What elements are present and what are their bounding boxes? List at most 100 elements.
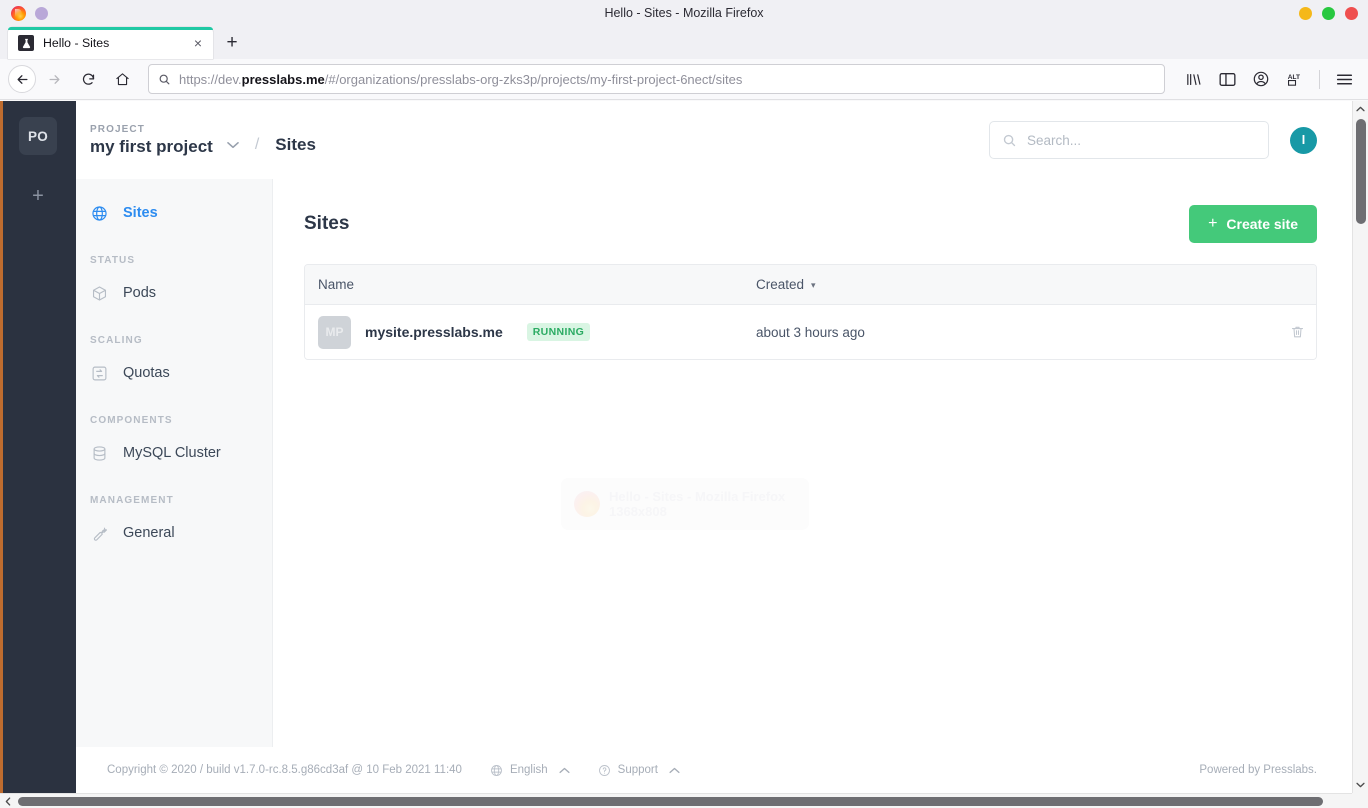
page-viewport: PO + PROJECT my first project / Sites Se… — [0, 101, 1368, 808]
url-text: https://dev.presslabs.me/#/organizations… — [179, 72, 742, 87]
app-footer: Copyright © 2020 / build v1.7.0-rc.8.5.g… — [76, 747, 1345, 793]
avatar: MP — [318, 315, 351, 349]
close-icon[interactable]: × — [189, 34, 207, 52]
sidebar-item-label: MySQL Cluster — [123, 445, 221, 461]
hamburger-menu-icon[interactable] — [1328, 64, 1360, 94]
delete-site-button[interactable] — [1256, 324, 1316, 340]
globe-icon — [90, 204, 109, 223]
sidebar-item-label: General — [123, 525, 175, 541]
sidebar-icon[interactable] — [1211, 64, 1243, 94]
create-site-button[interactable]: + Create site — [1189, 205, 1317, 243]
sidebar-item-sites[interactable]: Sites — [76, 193, 272, 233]
sidebar-section-status: STATUS — [90, 255, 136, 266]
url-bar[interactable]: https://dev.presslabs.me/#/organizations… — [148, 64, 1165, 94]
close-window-button[interactable] — [1345, 6, 1358, 20]
language-label: English — [509, 764, 548, 776]
scroll-left-icon[interactable] — [0, 794, 16, 808]
flask-icon — [18, 35, 34, 51]
search-icon — [158, 73, 171, 86]
toolbar-divider — [1319, 69, 1320, 89]
horizontal-scroll-track[interactable] — [16, 794, 1352, 808]
window-controls — [1299, 6, 1358, 20]
site-name[interactable]: mysite.presslabs.me — [365, 324, 503, 340]
help-icon — [598, 764, 611, 777]
table-header-row: Name Created ▾ — [305, 265, 1316, 305]
footer-copyright: Copyright © 2020 / build v1.7.0-rc.8.5.g… — [107, 764, 462, 776]
column-header-created[interactable]: Created ▾ — [756, 277, 1256, 292]
horizontal-scrollbar[interactable] — [0, 793, 1368, 808]
window-title: Hello - Sites - Mozilla Firefox — [604, 6, 764, 20]
sidebar-nav: Sites STATUS Pods SCALING Quotas COMPONE… — [76, 179, 273, 747]
vertical-scrollbar[interactable] — [1352, 101, 1368, 793]
scroll-up-icon[interactable] — [1353, 101, 1368, 117]
user-avatar[interactable]: I — [1290, 126, 1317, 154]
cube-icon — [90, 284, 109, 303]
browser-tab[interactable]: Hello - Sites × — [8, 27, 213, 59]
scroll-down-icon[interactable] — [1353, 777, 1368, 793]
search-icon — [1002, 133, 1017, 148]
section-title: Sites — [304, 213, 350, 234]
column-header-name[interactable]: Name — [305, 277, 756, 292]
account-icon[interactable] — [1245, 64, 1277, 94]
sidebar-item-mysql-cluster[interactable]: MySQL Cluster — [76, 433, 272, 473]
back-icon[interactable] — [8, 65, 36, 93]
minimize-button[interactable] — [1299, 6, 1312, 20]
app-body: Sites STATUS Pods SCALING Quotas COMPONE… — [76, 179, 1345, 747]
powered-by-label: Powered by Presslabs. — [1199, 764, 1317, 776]
org-badge[interactable]: PO — [19, 117, 57, 155]
titlebar-left-icons — [0, 5, 48, 21]
reload-icon[interactable] — [72, 64, 104, 94]
sidebar-section-management: MANAGEMENT — [90, 495, 174, 506]
browser-titlebar: Hello - Sites - Mozilla Firefox — [0, 0, 1368, 26]
cell-created: about 3 hours ago — [756, 324, 865, 340]
scrollbar-corner — [1352, 793, 1368, 808]
chevron-down-icon[interactable] — [227, 141, 239, 149]
wrench-icon — [90, 524, 109, 543]
search-input[interactable]: Search... — [989, 121, 1269, 159]
new-tab-button[interactable]: + — [217, 28, 247, 58]
sidebar-section-scaling: SCALING — [90, 335, 143, 346]
url-scheme: https://dev. — [179, 71, 242, 87]
database-icon — [90, 444, 109, 463]
url-domain: presslabs.me — [241, 71, 325, 87]
library-icon[interactable] — [1177, 64, 1209, 94]
tab-title: Hello - Sites — [43, 36, 110, 50]
horizontal-scroll-thumb[interactable] — [18, 796, 1323, 806]
url-path: /#/organizations/presslabs-org-zks3p/pro… — [324, 71, 743, 87]
sort-caret-icon: ▾ — [811, 279, 816, 290]
purple-dot-icon — [35, 6, 48, 20]
add-organization-button[interactable]: + — [23, 181, 53, 211]
alt-extension-icon[interactable]: ALT — [1279, 64, 1311, 94]
sites-table: Name Created ▾ MP mysite.presslabs.me RU… — [304, 264, 1317, 360]
create-site-label: Create site — [1226, 216, 1298, 232]
chevron-up-icon — [669, 767, 680, 774]
sidebar-item-label: Sites — [123, 205, 158, 221]
forward-icon — [38, 64, 70, 94]
vertical-scroll-thumb[interactable] — [1355, 119, 1366, 224]
quota-icon — [90, 364, 109, 383]
support-selector[interactable]: Support — [598, 764, 680, 777]
breadcrumb-separator: / — [254, 135, 260, 153]
app-page: PO + PROJECT my first project / Sites Se… — [0, 101, 1345, 793]
sidebar-item-general[interactable]: General — [76, 513, 272, 553]
language-selector[interactable]: English — [490, 764, 570, 777]
cell-name: MP mysite.presslabs.me RUNNING — [305, 315, 756, 349]
sidebar-item-quotas[interactable]: Quotas — [76, 353, 272, 393]
home-icon[interactable] — [106, 64, 138, 94]
browser-navbar: https://dev.presslabs.me/#/organizations… — [0, 59, 1368, 100]
main-content: Sites + Create site Name Created ▾ MP my… — [273, 179, 1345, 747]
breadcrumb-project[interactable]: PROJECT my first project — [90, 124, 213, 157]
vertical-scroll-track[interactable] — [1353, 117, 1368, 777]
organization-rail: PO + — [0, 101, 76, 793]
table-row[interactable]: MP mysite.presslabs.me RUNNING about 3 h… — [305, 305, 1316, 359]
sidebar-item-label: Quotas — [123, 365, 170, 381]
support-label: Support — [617, 764, 658, 776]
svg-text:ALT: ALT — [1287, 74, 1299, 81]
project-name: my first project — [90, 136, 213, 156]
tab-strip: Hello - Sites × + — [0, 26, 1368, 59]
search-placeholder: Search... — [1027, 132, 1082, 148]
maximize-button[interactable] — [1322, 6, 1335, 20]
sidebar-item-pods[interactable]: Pods — [76, 273, 272, 313]
status-badge: RUNNING — [526, 323, 591, 341]
app-right-area: PROJECT my first project / Sites Search.… — [76, 101, 1345, 793]
